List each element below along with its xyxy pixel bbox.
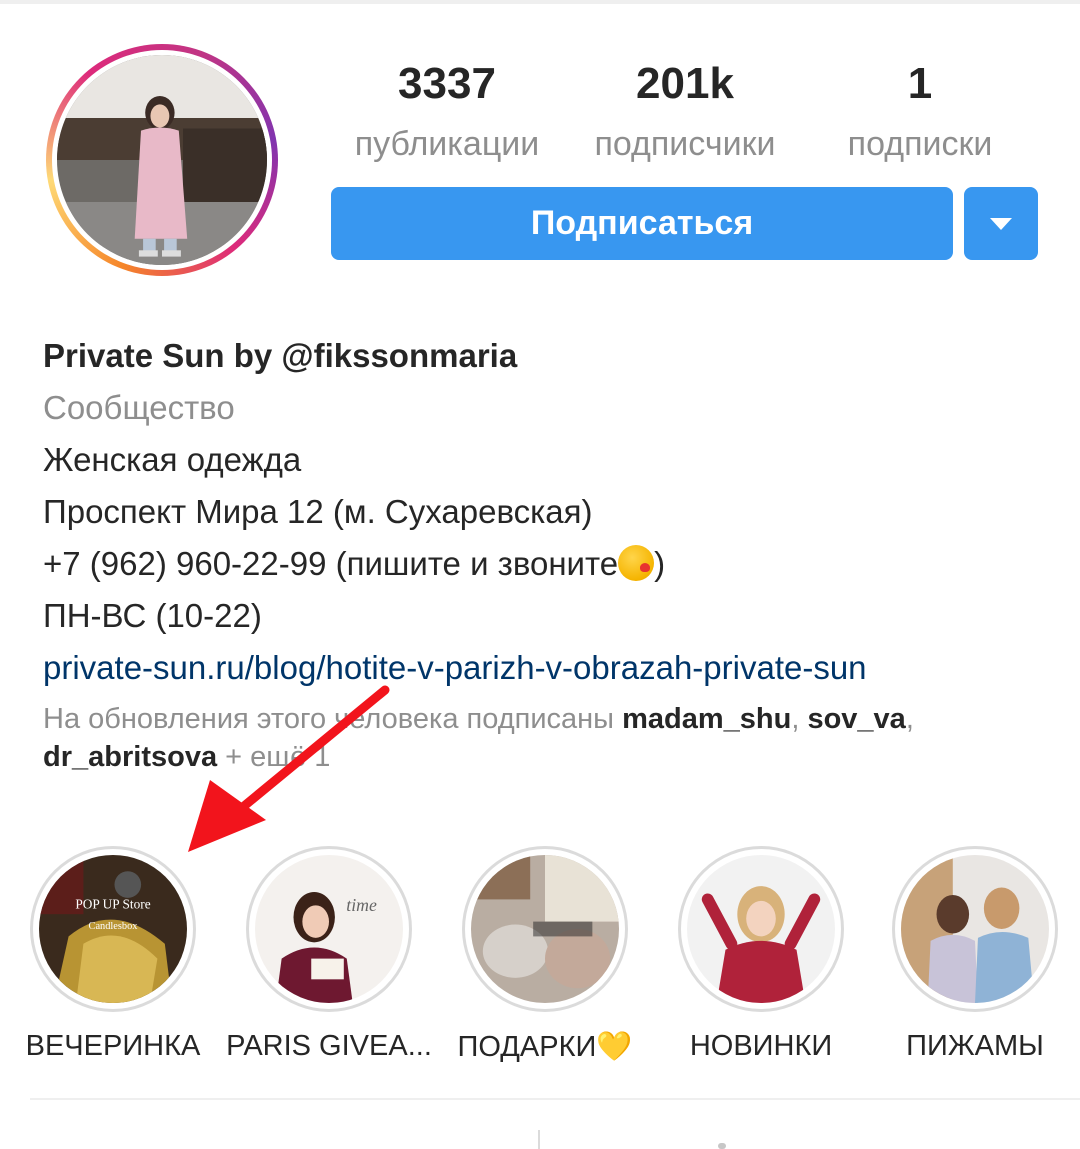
- highlight-title-4: НОВИНКИ: [689, 1030, 833, 1062]
- follower-link-1[interactable]: madam_shu: [622, 703, 791, 735]
- highlight-title-5: ПИЖАМЫ: [906, 1030, 1044, 1062]
- highlight-title-1: ВЕЧЕРИНКА: [25, 1030, 201, 1062]
- followers-count: 201k: [636, 59, 734, 108]
- profile-name: Private Sun by @fikssonmaria: [43, 337, 518, 374]
- stat-following[interactable]: 1 подписки: [820, 60, 1020, 168]
- highlight-4[interactable]: НОВИНКИ: [656, 846, 866, 1063]
- instagram-profile: 3337 публикации 201k подписчики 1 подпис…: [0, 0, 1080, 1149]
- follower-link-2[interactable]: sov_va: [807, 703, 905, 735]
- bio-line-4: ПН-ВС (10-22): [43, 597, 262, 634]
- highlight-cover-3: [471, 855, 619, 1003]
- red-arrow-annotation: [188, 685, 390, 852]
- tab-divider: [538, 1130, 540, 1149]
- svg-text:Candlesbox: Candlesbox: [89, 921, 139, 932]
- follow-button[interactable]: Подписаться: [331, 187, 953, 260]
- highlight-3[interactable]: ПОДАРКИ💛: [440, 846, 650, 1064]
- following-count: 1: [907, 59, 933, 108]
- highlight-cover-4: [687, 855, 835, 1003]
- followers-label: подписчики: [594, 125, 776, 163]
- highlight-5[interactable]: ПИЖАМЫ: [870, 846, 1080, 1063]
- highlight-title-2: PARIS GIVEA...: [226, 1030, 432, 1062]
- profile-avatar[interactable]: [46, 44, 278, 276]
- highlight-title-3: ПОДАРКИ💛: [457, 1031, 633, 1063]
- bottom-divider: [30, 1098, 1080, 1100]
- bio-line-2: Проспект Мира 12 (м. Сухаревская): [43, 493, 593, 530]
- bio-line-1: Женская одежда: [43, 441, 302, 478]
- svg-text:time: time: [346, 895, 377, 915]
- caret-down-icon: [990, 217, 1012, 230]
- following-label: подписки: [847, 125, 993, 163]
- posts-label: публикации: [354, 125, 540, 163]
- top-divider: [0, 0, 1080, 4]
- bio-phone-text: +7 (962) 960-22-99 (пишите и звоните: [43, 545, 619, 582]
- highlight-2[interactable]: time PARIS GIVEA...: [224, 846, 434, 1063]
- kissing-face-emoji-icon: [618, 545, 655, 581]
- profile-category: Сообщество: [43, 389, 235, 426]
- avatar-photo: [57, 55, 267, 265]
- bio-phone-close: ): [654, 545, 666, 582]
- bio-line-3: +7 (962) 960-22-99 (пишите и звоните): [43, 538, 1043, 590]
- highlight-1[interactable]: POP UP Store Candlesbox ВЕЧЕРИНКА: [8, 846, 218, 1063]
- stat-posts[interactable]: 3337 публикации: [336, 60, 558, 168]
- highlight-cover-1: POP UP Store Candlesbox: [39, 855, 187, 1003]
- profile-bio: Private Sun by @fikssonmaria Сообщество …: [43, 330, 1043, 694]
- highlight-cover-5: [901, 855, 1049, 1003]
- tab-indicator: [718, 1143, 726, 1149]
- suggestions-dropdown-button[interactable]: [964, 187, 1038, 260]
- svg-text:POP UP Store: POP UP Store: [75, 896, 150, 911]
- stat-followers[interactable]: 201k подписчики: [574, 60, 796, 168]
- highlight-cover-2: time: [255, 855, 403, 1003]
- posts-count: 3337: [398, 59, 496, 108]
